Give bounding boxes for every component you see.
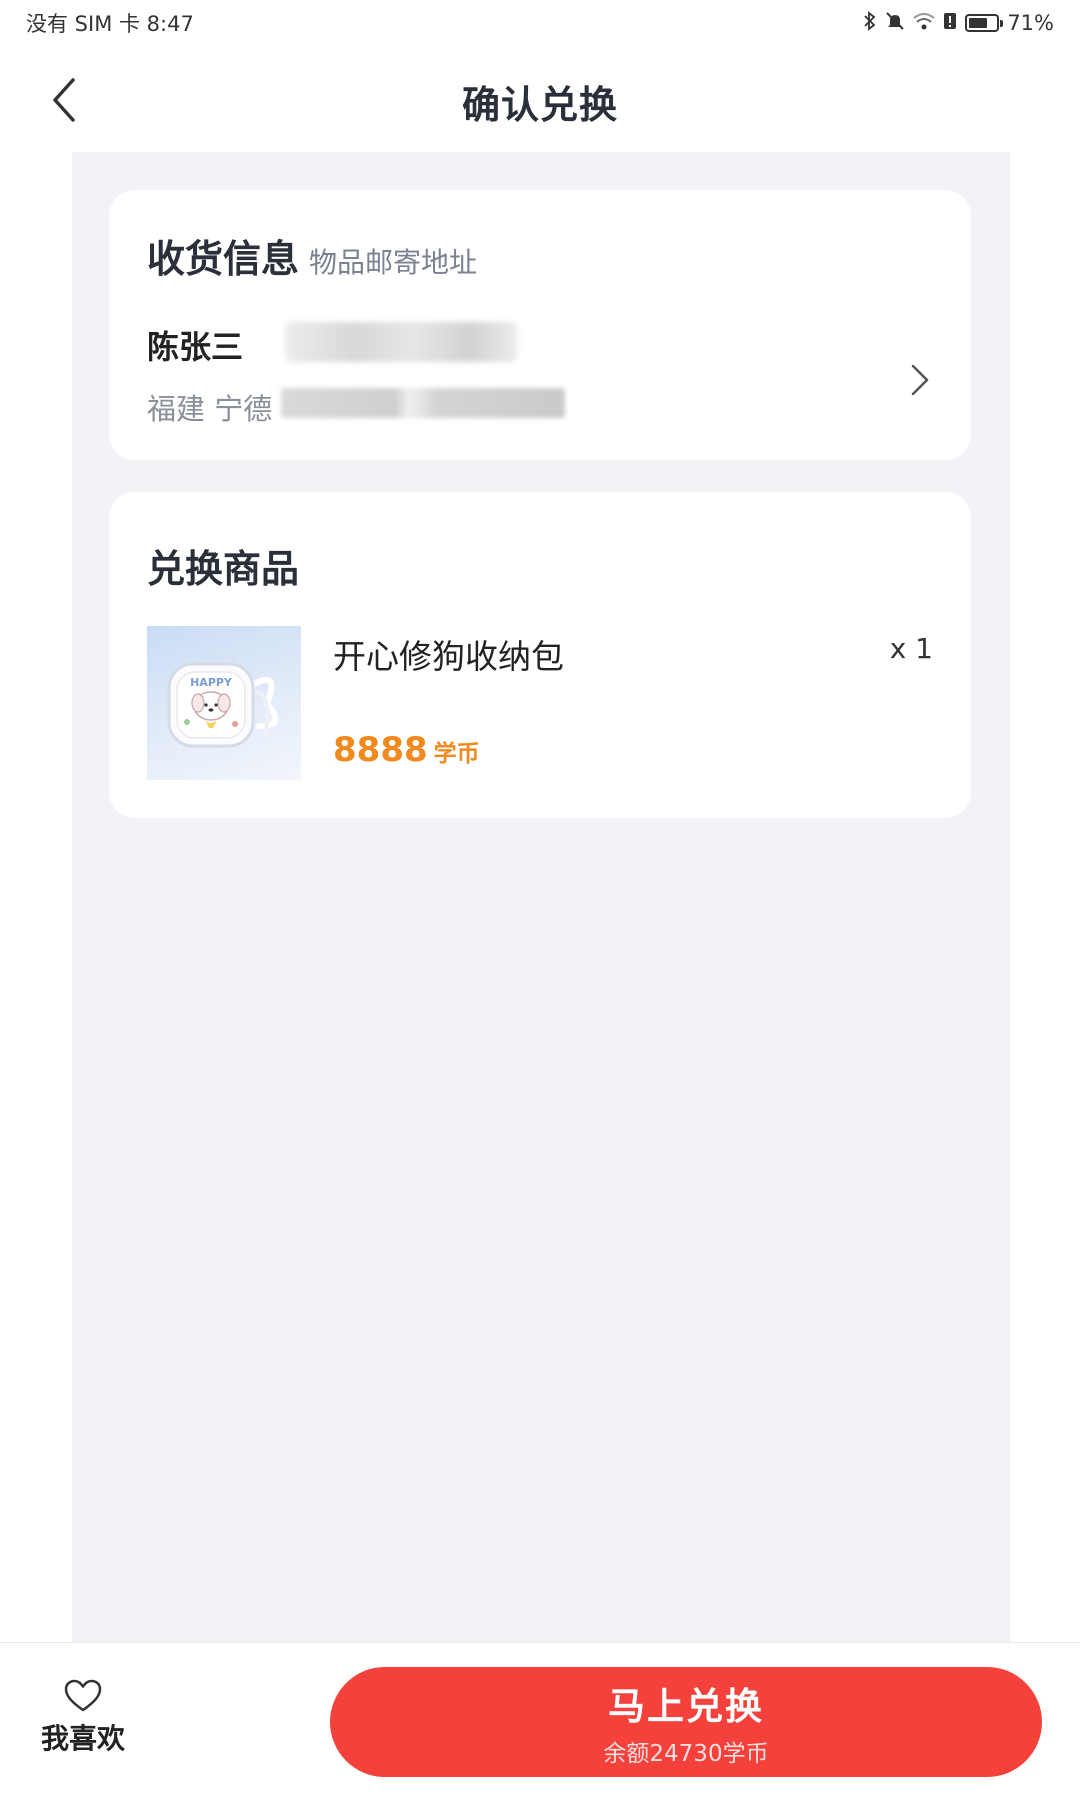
bottom-bar: 我喜欢 马上兑换 余额24730学币 [0, 1642, 1080, 1800]
wifi-icon [913, 11, 935, 35]
favorite-label: 我喜欢 [40, 1722, 125, 1755]
shipping-info-heading: 收货信息 物品邮寄地址 [147, 228, 477, 283]
favorite-button[interactable]: 我喜欢 [28, 1679, 138, 1769]
status-icons: 71% [863, 10, 1054, 36]
pouch-illustration: HAPPY [167, 662, 279, 748]
heart-icon [64, 1679, 102, 1712]
redeem-now-button[interactable]: 马上兑换 余额24730学币 [330, 1667, 1042, 1777]
pouch-lettering: HAPPY [190, 676, 233, 689]
battery-percent: 71% [1007, 11, 1054, 35]
redacted-phone [285, 322, 517, 362]
redeem-goods-card: 兑换商品 HAPPY 开心修狗收纳包 x 1 8888 学币 [109, 492, 971, 818]
back-button[interactable] [34, 70, 94, 130]
battery-icon [965, 14, 1004, 32]
bluetooth-icon [863, 10, 877, 36]
shipping-info-title: 收货信息 [147, 237, 300, 281]
goods-price: 8888 学币 [333, 730, 480, 770]
price-value: 8888 [333, 730, 428, 770]
redacted-address [281, 388, 565, 418]
page-title: 确认兑换 [461, 82, 618, 127]
recipient-name: 陈张三 [147, 328, 244, 366]
recipient-address: 福建 宁德 [147, 392, 273, 426]
price-unit: 学币 [433, 741, 480, 767]
content-area: 收货信息 物品邮寄地址 陈张三 福建 宁德 兑换商品 HAPPY 开心修狗收纳包… [72, 152, 1010, 1642]
goods-image[interactable]: HAPPY [147, 626, 301, 780]
status-carrier-time: 没有 SIM 卡 8:47 [26, 12, 194, 36]
balance-text: 余额24730学币 [603, 1741, 769, 1767]
shipping-info-card[interactable]: 收货信息 物品邮寄地址 陈张三 福建 宁德 [109, 190, 971, 460]
chevron-right-icon [911, 364, 929, 396]
goods-name: 开心修狗收纳包 [333, 637, 564, 676]
goods-quantity: x 1 [889, 632, 933, 665]
alert-icon [943, 11, 957, 36]
status-bar: 没有 SIM 卡 8:47 71% [0, 0, 1080, 46]
redeem-goods-title: 兑换商品 [147, 547, 300, 591]
mute-icon [885, 11, 905, 36]
shipping-info-subtitle: 物品邮寄地址 [309, 246, 478, 279]
redeem-now-label: 马上兑换 [608, 1685, 764, 1728]
title-bar: 确认兑换 [0, 56, 1080, 146]
chevron-left-icon [53, 78, 75, 122]
